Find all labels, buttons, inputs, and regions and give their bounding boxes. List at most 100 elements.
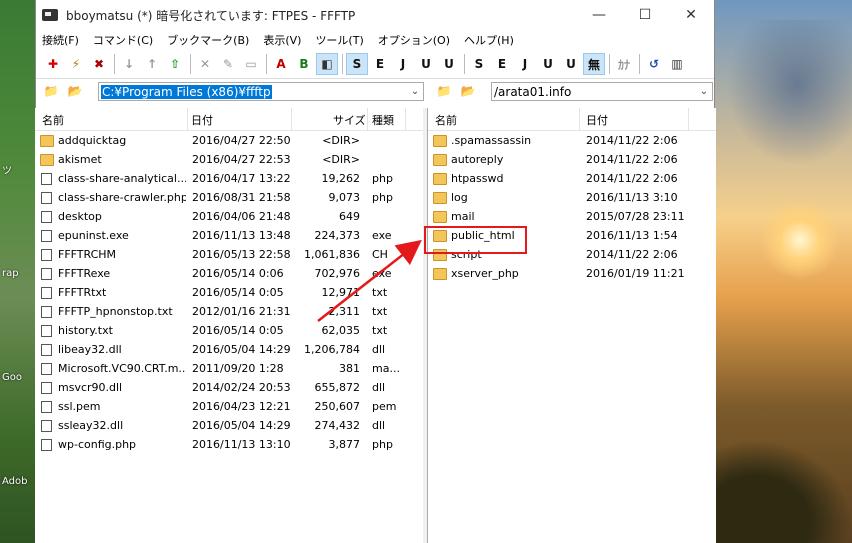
- column-date[interactable]: 日付: [586, 112, 608, 128]
- folder-icon: [433, 135, 447, 147]
- chevron-down-icon[interactable]: ⌄: [696, 86, 712, 97]
- remote-open-folder-icon[interactable]: 📂: [459, 83, 477, 99]
- file-icon: [41, 192, 52, 204]
- file-name: FFFTRexe: [58, 267, 111, 280]
- desktop-icon-label[interactable]: Adob: [2, 476, 27, 487]
- file-size: 62,035: [321, 324, 361, 337]
- close-button[interactable]: ✕: [668, 0, 714, 30]
- auto-mode-icon[interactable]: ◧: [316, 53, 338, 75]
- binary-mode-icon[interactable]: B: [293, 53, 315, 75]
- table-row[interactable]: FFFTP_hpnonstop.txt 2012/01/16 21:31 2,311…: [35, 302, 423, 321]
- connect-icon[interactable]: ✚: [42, 53, 64, 75]
- toolbar-separator: [266, 54, 267, 74]
- table-row[interactable]: autoreply 2014/11/22 2:06: [428, 150, 716, 169]
- column-date[interactable]: 日付: [191, 112, 213, 128]
- host-utf8-icon[interactable]: U: [415, 53, 437, 75]
- file-date: 2016/11/13 13:48: [192, 229, 291, 242]
- file-name: addquicktag: [58, 134, 127, 147]
- table-row[interactable]: FFFTRexe 2016/05/14 0:06 702,976 exe: [35, 264, 423, 283]
- table-row[interactable]: msvcr90.dll 2014/02/24 20:53 655,872 dll: [35, 378, 423, 397]
- upload-icon[interactable]: ↑: [141, 53, 163, 75]
- local-euc-icon[interactable]: E: [491, 53, 513, 75]
- table-row[interactable]: addquicktag 2016/04/27 22:50 <DIR>: [35, 131, 423, 150]
- remote-up-folder-icon[interactable]: 📁: [435, 83, 453, 99]
- host-jis-icon[interactable]: J: [392, 53, 414, 75]
- menu-command[interactable]: コマンド(C): [93, 32, 153, 48]
- menu-bar: 接続(F) コマンド(C) ブックマーク(B) 表示(V) ツール(T) オプシ…: [36, 30, 714, 50]
- table-row[interactable]: akismet 2016/04/27 22:53 <DIR>: [35, 150, 423, 169]
- host-euc-icon[interactable]: E: [369, 53, 391, 75]
- table-row[interactable]: FFFTRtxt 2016/05/14 0:05 12,971 txt: [35, 283, 423, 302]
- menu-help[interactable]: ヘルプ(H): [464, 32, 514, 48]
- table-row[interactable]: xserver_php 2016/01/19 11:21: [428, 264, 716, 283]
- rename-icon[interactable]: ✎: [217, 53, 239, 75]
- desktop-icon-label[interactable]: Goo: [2, 372, 22, 383]
- kana-convert-icon[interactable]: ｶﾅ: [613, 53, 635, 75]
- table-row[interactable]: class-share-crawler.php 2016/08/31 21:58 9…: [35, 188, 423, 207]
- host-utf8bom-icon[interactable]: U: [438, 53, 460, 75]
- local-sjis-icon[interactable]: S: [468, 53, 490, 75]
- host-sjis-icon[interactable]: S: [346, 53, 368, 75]
- file-name: autoreply: [451, 153, 504, 166]
- table-row[interactable]: htpasswd 2014/11/22 2:06: [428, 169, 716, 188]
- ffftp-app-icon[interactable]: [42, 9, 58, 21]
- mkdir-icon[interactable]: ▭: [240, 53, 262, 75]
- table-row[interactable]: Microsoft.VC90.CRT.m... 2011/09/20 1:28 38…: [35, 359, 423, 378]
- table-row[interactable]: desktop 2016/04/06 21:48 649: [35, 207, 423, 226]
- column-name[interactable]: 名前: [42, 112, 64, 128]
- remote-path-combobox[interactable]: /arata01.info ⌄: [491, 82, 713, 101]
- wallpaper-tree: [715, 440, 852, 543]
- local-file-list[interactable]: 名前 日付 サイズ 種類 addquicktag 2016/04/27 22:50…: [35, 108, 424, 543]
- desktop-icon-label[interactable]: ツ: [2, 162, 12, 177]
- disconnect-icon[interactable]: ✖: [88, 53, 110, 75]
- table-row[interactable]: epuninst.exe 2016/11/13 13:48 224,373 exe: [35, 226, 423, 245]
- remote-file-list[interactable]: 名前 日付 .spamassassin 2014/11/22 2:06 autore…: [427, 108, 716, 543]
- table-row[interactable]: log 2016/11/13 3:10: [428, 188, 716, 207]
- table-row[interactable]: class-share-analytical... 2016/04/17 13:2…: [35, 169, 423, 188]
- maximize-button[interactable]: ☐: [622, 0, 668, 30]
- table-row[interactable]: ssl.pem 2016/04/23 12:21 250,607 pem: [35, 397, 423, 416]
- wallpaper-sun: [760, 200, 840, 280]
- table-row[interactable]: .spamassassin 2014/11/22 2:06: [428, 131, 716, 150]
- download-icon[interactable]: ↓: [118, 53, 140, 75]
- table-row[interactable]: history.txt 2016/05/14 0:05 62,035 txt: [35, 321, 423, 340]
- local-jis-icon[interactable]: J: [514, 53, 536, 75]
- minimize-button[interactable]: —: [576, 0, 622, 30]
- file-name: wp-config.php: [58, 438, 137, 451]
- file-icon: [41, 249, 52, 261]
- local-path-combobox[interactable]: C:¥Program Files (x86)¥ffftp ⌄: [98, 82, 424, 101]
- table-row[interactable]: wp-config.php 2016/11/13 13:10 3,877 php: [35, 435, 423, 454]
- table-row[interactable]: mail 2015/07/28 23:11: [428, 207, 716, 226]
- file-type: php: [372, 172, 393, 185]
- desktop-icon-label[interactable]: rap: [2, 268, 19, 279]
- table-row[interactable]: libeay32.dll 2016/05/04 14:29 1,206,784 dll: [35, 340, 423, 359]
- local-open-folder-icon[interactable]: 📂: [66, 83, 84, 99]
- folder-icon: [433, 192, 447, 204]
- refresh-icon[interactable]: ↺: [643, 53, 665, 75]
- local-up-folder-icon[interactable]: 📁: [42, 83, 60, 99]
- ascii-mode-icon[interactable]: A: [270, 53, 292, 75]
- chevron-down-icon[interactable]: ⌄: [407, 86, 423, 97]
- menu-connect[interactable]: 接続(F): [42, 32, 79, 48]
- file-date: 2016/04/27 22:53: [192, 153, 291, 166]
- delete-icon[interactable]: ✕: [194, 53, 216, 75]
- column-size[interactable]: サイズ: [333, 112, 366, 128]
- list-view-icon[interactable]: ▥: [666, 53, 688, 75]
- file-date: 2014/11/22 2:06: [586, 172, 678, 185]
- file-size: 224,373: [314, 229, 361, 242]
- quick-connect-icon[interactable]: ⚡: [65, 53, 87, 75]
- file-date: 2016/05/04 14:29: [192, 343, 291, 356]
- table-row[interactable]: FFFTRCHM 2016/05/13 22:58 1,061,836 CH: [35, 245, 423, 264]
- no-convert-icon[interactable]: 無: [583, 53, 605, 75]
- menu-view[interactable]: 表示(V): [263, 32, 301, 48]
- menu-options[interactable]: オプション(O): [378, 32, 450, 48]
- local-utf8bom-icon[interactable]: U: [560, 53, 582, 75]
- title-bar[interactable]: bboymatsu (*) 暗号化されています: FTPES - FFFTP —…: [36, 0, 714, 30]
- mirror-upload-icon[interactable]: ⇧: [164, 53, 186, 75]
- menu-tools[interactable]: ツール(T): [315, 32, 363, 48]
- column-type[interactable]: 種類: [372, 112, 394, 128]
- local-utf8-icon[interactable]: U: [537, 53, 559, 75]
- table-row[interactable]: ssleay32.dll 2016/05/04 14:29 274,432 dll: [35, 416, 423, 435]
- column-name[interactable]: 名前: [435, 112, 457, 128]
- menu-bookmark[interactable]: ブックマーク(B): [167, 32, 249, 48]
